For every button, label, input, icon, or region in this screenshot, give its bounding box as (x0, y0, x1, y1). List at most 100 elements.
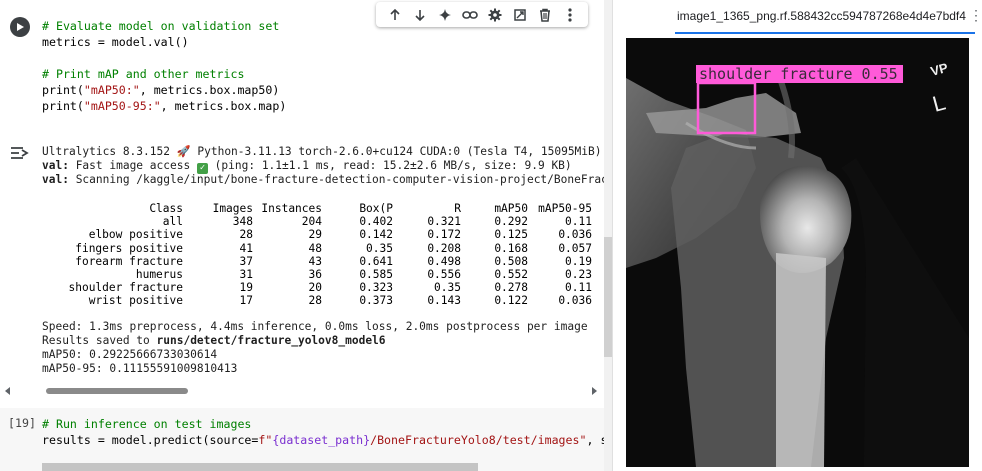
more-vert-icon[interactable]: ⋮ (969, 8, 982, 24)
code-line[interactable]: results = model.predict(source=f"{datase… (42, 432, 612, 448)
output-line: mAP50: 0.29225666733030614 (42, 348, 218, 361)
arrow-down-icon[interactable] (411, 6, 429, 24)
table-cell: 0.168 (494, 241, 528, 255)
code-line[interactable]: metrics = model.val() (42, 34, 189, 50)
table-header-row: Class Images Instances Box(P RmAP50 mAP50-95 (42, 202, 592, 215)
table-cell: wrist positive (88, 294, 183, 308)
vertical-scrollbar[interactable] (604, 0, 612, 471)
trash-icon[interactable] (536, 6, 554, 24)
table-header-cell: R (454, 202, 461, 215)
notebook-panel: # Evaluate model on validation set metri… (0, 0, 612, 471)
code-token: , metrics.box.map) (160, 99, 287, 113)
table-cell: 0.11 (565, 281, 592, 295)
table-cell: 0.498 (427, 254, 461, 268)
code-token: results = model.predict(source= (42, 433, 259, 447)
table-cell: 0.402 (359, 215, 393, 229)
execution-count: [19] (8, 416, 36, 430)
table-cell: 0.11 (565, 215, 592, 229)
table-cell: 0.19 (565, 254, 592, 268)
code-string: f" (258, 433, 273, 447)
image-tab[interactable]: image1_1365_png.rf.588432cc594787268e4d4… (675, 0, 982, 34)
code-comment: # Print mAP and other metrics (42, 67, 245, 81)
tab-title: image1_1365_png.rf.588432cc594787268e4d4… (677, 9, 966, 23)
output-line: Results saved to runs/detect/fracture_yo… (42, 334, 386, 347)
table-cell: 36 (308, 268, 322, 282)
more-vert-icon[interactable] (561, 6, 579, 24)
output-text: Fast image access (68, 159, 197, 172)
code-comment: # Evaluate model on validation set (42, 19, 280, 33)
vertical-scroll-thumb[interactable] (604, 237, 612, 357)
output-path: runs/detect/fracture_yolov8_model6 (156, 334, 386, 347)
table-cell: 43 (308, 254, 322, 268)
image-viewer-panel: image1_1365_png.rf.588432cc594787268e4d4… (617, 0, 982, 471)
horizontal-scrollbar[interactable] (4, 386, 602, 396)
validation-results-table: Class Images Instances Box(P RmAP50 mAP50-95 a… (42, 202, 592, 308)
table-cell: 0.323 (359, 281, 393, 295)
table-cell: 0.057 (558, 241, 592, 255)
table-cell: elbow positive (88, 228, 183, 242)
table-cell: 0.036 (558, 294, 592, 308)
code-token: print( (42, 83, 84, 97)
detection-label: shoulder fracture 0.55 (699, 65, 898, 83)
mirror-cell-icon[interactable] (511, 6, 529, 24)
sparkle-icon[interactable] (436, 6, 454, 24)
table-header-cell: mAP50 (494, 202, 528, 215)
table-cell: 0.641 (359, 254, 393, 268)
table-cell: 17 (239, 294, 253, 308)
table-cell: 28 (239, 228, 253, 242)
table-header-cell: Instances (261, 202, 322, 215)
output-toggle-icon[interactable] (10, 145, 30, 165)
code-interpolation: {dataset_path} (272, 433, 371, 447)
table-row: all 348 204 0.402 0.321 0.292 0.11 (42, 215, 592, 228)
table-cell: 31 (239, 268, 253, 282)
table-cell: 0.35 (434, 281, 461, 295)
table-row: wrist positive 17 28 0.373 0.143 0.122 0.036 (42, 294, 592, 307)
table-cell: 48 (308, 241, 322, 255)
code-line[interactable]: print("mAP50:", metrics.box.map50) (42, 82, 279, 98)
table-cell: 204 (301, 215, 322, 229)
code-string: "mAP50-95:" (83, 99, 161, 113)
table-header-cell: Class (149, 202, 183, 215)
output-line: Ultralytics 8.3.152 🚀 Python-3.11.13 tor… (42, 145, 602, 158)
output-line: val: Fast image access ✓ (ping: 1.1±1.1 … (42, 159, 572, 174)
run-cell-button[interactable] (10, 17, 30, 37)
table-row: elbow positive 28 29 0.142 0.172 0.125 0.036 (42, 228, 592, 241)
code-string: "mAP50:" (83, 83, 140, 97)
table-row: humerus 31 36 0.585 0.556 0.552 0.23 (42, 268, 592, 281)
table-header-cell: mAP50-95 (538, 202, 592, 215)
output-prefix: val: (42, 173, 69, 186)
table-cell: 348 (232, 215, 253, 229)
table-header-cell: Box(P (359, 202, 393, 215)
code-line[interactable]: # Evaluate model on validation set (42, 18, 279, 34)
horizontal-scroll-thumb[interactable] (46, 388, 188, 394)
table-cell: 41 (239, 241, 253, 255)
code-token: , metrics.box.map50) (139, 83, 280, 97)
table-header-cell: Images (212, 202, 253, 215)
link-icon[interactable] (461, 6, 479, 24)
output-text: (ping: 1.1±1.1 ms, read: 15.2±2.6 MB/s, … (207, 159, 572, 172)
table-row: shoulder fracture 19 20 0.323 0.35 0.278 0.11 (42, 281, 592, 294)
code-line[interactable]: # Run inference on test images (42, 416, 251, 432)
gear-icon[interactable] (486, 6, 504, 24)
scroll-right-icon[interactable] (590, 387, 598, 395)
cell-toolbar (376, 2, 588, 27)
table-cell: all (162, 215, 183, 229)
code-line[interactable]: # Print mAP and other metrics (42, 66, 244, 82)
table-cell: 28 (308, 294, 322, 308)
output-text: Scanning /kaggle/input/bone-fracture-det… (68, 173, 612, 186)
table-cell: 0.172 (427, 228, 461, 242)
table-cell: 0.552 (494, 268, 528, 282)
table-cell: 0.373 (359, 294, 393, 308)
table-cell: 0.292 (494, 215, 528, 229)
table-cell: 29 (308, 228, 322, 242)
arrow-up-icon[interactable] (386, 6, 404, 24)
code-cell[interactable]: [19] # Run inference on test images resu… (0, 408, 612, 471)
xray-image: shoulder fracture 0.55 VP L (626, 38, 969, 467)
table-cell: 20 (308, 281, 322, 295)
scroll-left-icon[interactable] (4, 387, 12, 395)
code-line[interactable]: print("mAP50-95:", metrics.box.map) (42, 98, 286, 114)
code-token: print( (42, 99, 84, 113)
table-cell: fingers positive (75, 241, 183, 255)
table-cell: 0.143 (427, 294, 461, 308)
horizontal-scroll-thumb[interactable] (42, 463, 478, 471)
